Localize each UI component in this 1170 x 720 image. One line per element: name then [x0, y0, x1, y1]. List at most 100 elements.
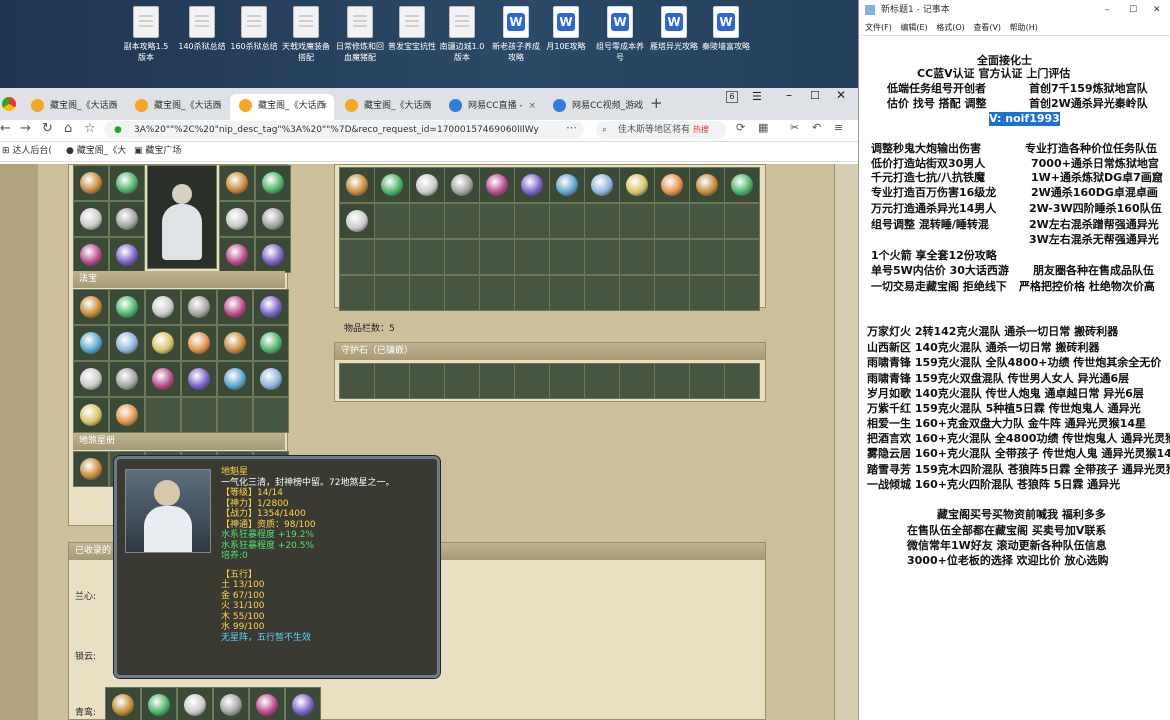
item-slot[interactable]	[219, 165, 255, 201]
item-slot[interactable]	[339, 167, 375, 203]
tab-cbg-4[interactable]: 藏宝阁_《大话西 ×	[336, 94, 438, 120]
item-slot[interactable]	[514, 275, 550, 311]
item-slot[interactable]	[374, 167, 410, 203]
item-slot[interactable]	[109, 397, 145, 433]
item-slot[interactable]	[549, 203, 585, 239]
tab-cbg-2[interactable]: 藏宝阁_《大话西 ×	[126, 94, 228, 120]
item-slot[interactable]	[724, 363, 760, 399]
item-slot[interactable]	[109, 325, 145, 361]
item-slot[interactable]	[619, 203, 655, 239]
tab-cbg-1[interactable]: 藏宝阁_《大话西 ×	[22, 94, 124, 120]
item-slot[interactable]	[73, 289, 109, 325]
close-tab-icon[interactable]: ×	[632, 94, 640, 118]
item-slot[interactable]	[514, 167, 550, 203]
item-slot[interactable]	[217, 397, 253, 433]
close-tab-icon[interactable]: ×	[528, 94, 536, 118]
item-slot[interactable]	[255, 165, 291, 201]
item-slot[interactable]	[409, 239, 445, 275]
item-slot[interactable]	[253, 325, 289, 361]
item-slot[interactable]	[339, 363, 375, 399]
desktop-icon[interactable]: 南疆边城1.0版本	[436, 4, 488, 84]
item-slot[interactable]	[181, 289, 217, 325]
url-input[interactable]: ● 3A%20""%2C%20"nip_desc_tag"%3A%20""%7D&…	[104, 121, 584, 139]
item-slot[interactable]	[374, 203, 410, 239]
item-slot[interactable]	[73, 237, 109, 273]
desktop-icon[interactable]: W 雁塔异光攻略	[648, 4, 700, 84]
close-tab-icon[interactable]: ×	[214, 94, 222, 118]
item-slot[interactable]	[249, 687, 285, 720]
item-slot[interactable]	[73, 201, 109, 237]
close-tab-icon[interactable]: ×	[424, 94, 432, 118]
item-slot[interactable]	[689, 239, 725, 275]
item-slot[interactable]	[689, 167, 725, 203]
item-slot[interactable]	[109, 201, 145, 237]
item-slot[interactable]	[285, 687, 321, 720]
tab-cc-video[interactable]: 网易CC视频_游戏 ×	[544, 94, 646, 120]
item-slot[interactable]	[444, 363, 480, 399]
item-slot[interactable]	[253, 289, 289, 325]
np-close-button[interactable]: ✕	[1153, 0, 1161, 20]
forward-icon[interactable]: →	[20, 121, 31, 136]
item-slot[interactable]	[374, 239, 410, 275]
item-slot[interactable]	[181, 325, 217, 361]
item-slot[interactable]	[444, 167, 480, 203]
search-input[interactable]: ⌕ 佳木斯等地区将有 热搜	[596, 121, 726, 139]
item-slot[interactable]	[584, 167, 620, 203]
item-slot[interactable]	[145, 325, 181, 361]
back-icon[interactable]: ←	[0, 121, 11, 136]
item-slot[interactable]	[73, 361, 109, 397]
desktop-icon[interactable]: W 秦陵墙富攻略	[700, 4, 752, 84]
desktop-icon[interactable]: W 新老孩子养成攻略	[490, 4, 542, 84]
menu-format[interactable]: 格式(O)	[936, 23, 965, 32]
item-slot[interactable]	[73, 325, 109, 361]
desktop-icon[interactable]: W 组号零成本养号	[594, 4, 646, 84]
item-slot[interactable]	[479, 275, 515, 311]
item-slot[interactable]	[253, 397, 289, 433]
item-slot[interactable]	[409, 275, 445, 311]
star-icon[interactable]: ☆	[84, 121, 96, 136]
item-slot[interactable]	[654, 363, 690, 399]
item-slot[interactable]	[181, 397, 217, 433]
desktop-icon[interactable]: 140杀狱总结	[176, 4, 228, 84]
item-slot[interactable]	[654, 275, 690, 311]
item-slot[interactable]	[514, 239, 550, 275]
tab-count-badge[interactable]: 6	[726, 91, 738, 103]
item-slot[interactable]	[514, 203, 550, 239]
close-tab-icon[interactable]: ×	[110, 94, 118, 118]
maximize-button[interactable]: ☐	[810, 89, 820, 102]
tab-cbg-3[interactable]: 藏宝阁_《大话西 ×	[230, 94, 334, 120]
item-slot[interactable]	[217, 289, 253, 325]
item-slot[interactable]	[109, 237, 145, 273]
item-slot[interactable]	[444, 239, 480, 275]
home-icon[interactable]: ⌂	[64, 121, 72, 136]
menu-edit[interactable]: 编辑(E)	[900, 23, 927, 32]
bookmark-2[interactable]: ● 藏宝阁_《大	[66, 142, 126, 161]
desktop-icon[interactable]: 天戟戏魔装备搭配	[280, 4, 332, 84]
refresh-icon[interactable]: ↻	[42, 121, 53, 136]
menu-file[interactable]: 文件(F)	[865, 23, 892, 32]
item-slot[interactable]	[724, 275, 760, 311]
item-slot[interactable]	[479, 203, 515, 239]
item-slot[interactable]	[654, 239, 690, 275]
item-slot[interactable]	[584, 363, 620, 399]
item-slot[interactable]	[145, 397, 181, 433]
item-slot[interactable]	[549, 239, 585, 275]
item-slot[interactable]	[724, 167, 760, 203]
item-slot[interactable]	[619, 239, 655, 275]
item-slot[interactable]	[584, 203, 620, 239]
item-slot[interactable]	[479, 167, 515, 203]
desktop-icon[interactable]: 日常修炼和回血魔猪配	[334, 4, 386, 84]
bookmark-3[interactable]: ▣ 藏宝广场	[134, 142, 181, 161]
item-slot[interactable]	[409, 203, 445, 239]
menu-more-icon[interactable]: ≡	[834, 121, 843, 134]
item-slot[interactable]	[339, 239, 375, 275]
item-slot[interactable]	[689, 363, 725, 399]
item-slot[interactable]	[549, 275, 585, 311]
cut-icon[interactable]: ✂	[790, 121, 799, 134]
close-tab-icon[interactable]: ×	[320, 94, 328, 118]
item-slot[interactable]	[73, 165, 109, 201]
item-slot[interactable]	[374, 363, 410, 399]
menu-help[interactable]: 帮助(H)	[1010, 23, 1038, 32]
item-slot[interactable]	[514, 363, 550, 399]
menu-view[interactable]: 查看(V)	[973, 23, 1001, 32]
